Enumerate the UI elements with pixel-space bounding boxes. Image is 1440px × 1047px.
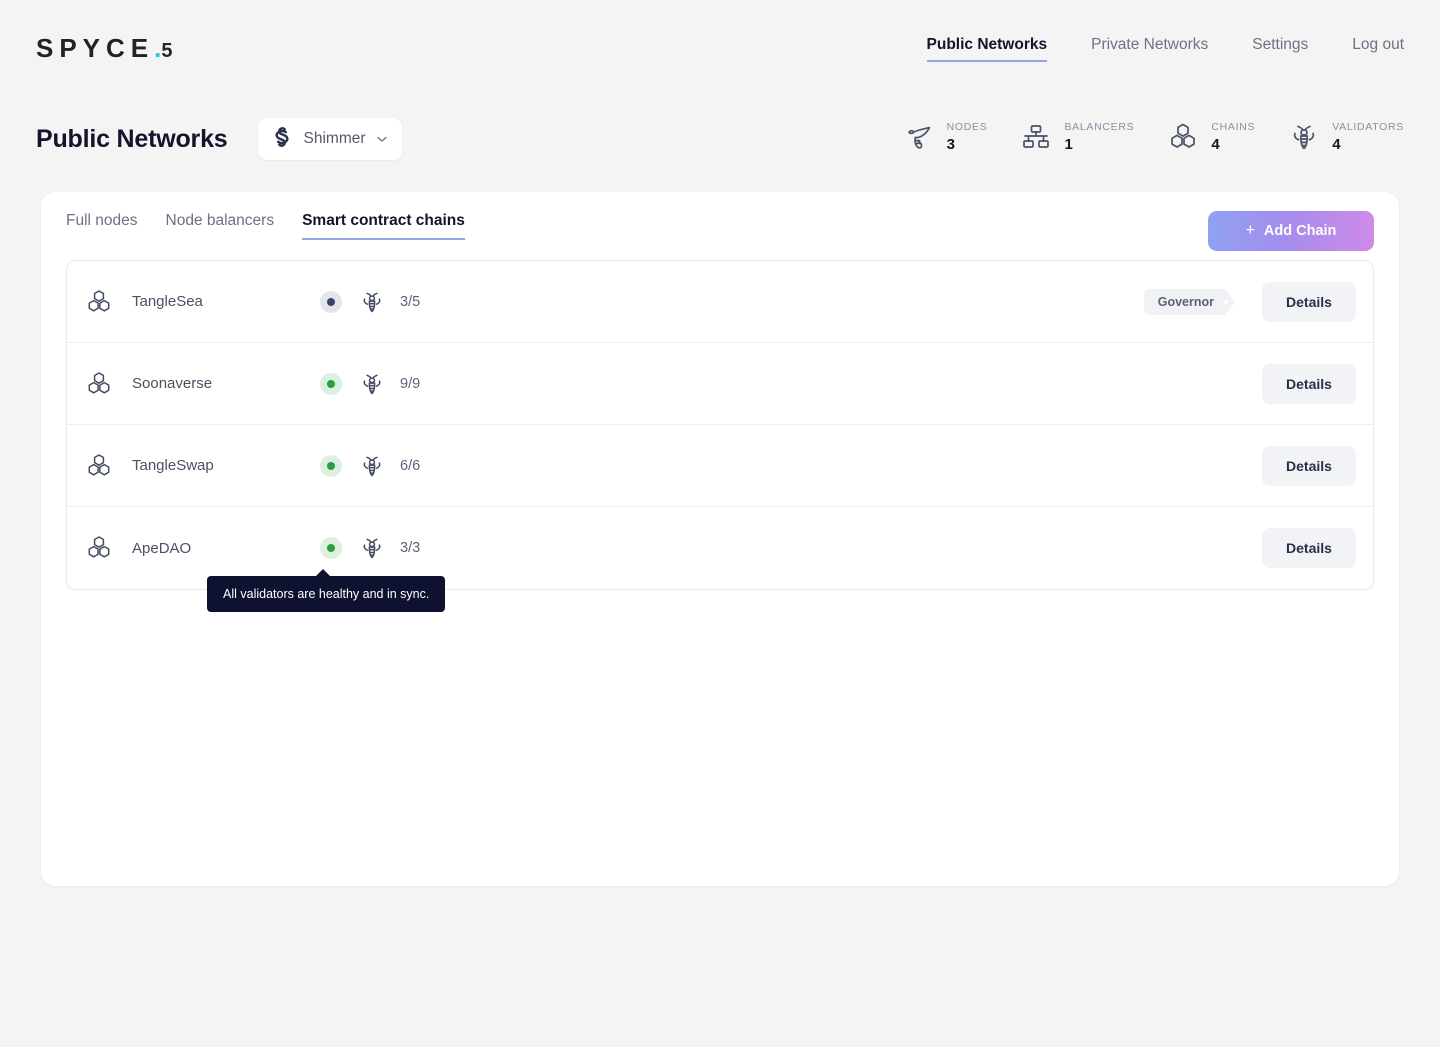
details-button[interactable]: Details — [1262, 445, 1356, 486]
status-indicator[interactable] — [320, 454, 342, 477]
bee-icon — [358, 452, 386, 480]
content-card: Full nodes Node balancers Smart contract… — [41, 192, 1399, 886]
nav-item-log-out[interactable]: Log out — [1352, 36, 1404, 60]
details-button[interactable]: Details — [1262, 528, 1356, 568]
stat-value-nodes: 3 — [946, 136, 955, 153]
page-title: Public Networks — [36, 124, 228, 153]
status-indicator[interactable] — [320, 372, 342, 395]
chains-list: TangleSea 3/5 Governor Details Soonavers… — [66, 260, 1374, 590]
row-actions: Details — [1262, 528, 1373, 568]
page-title-row: Public Networks Shimmer — [36, 118, 402, 160]
status-dot — [327, 379, 335, 388]
table-row[interactable]: TangleSwap 6/6 Details — [67, 425, 1373, 507]
brand-dot: . — [154, 33, 162, 63]
brand-five: 5 — [161, 40, 173, 62]
validator-count: 3/5 — [400, 293, 421, 310]
row-actions: Details — [1262, 363, 1373, 404]
hexagon-cluster-icon — [1166, 120, 1200, 154]
bee-icon — [358, 288, 386, 316]
hexagon-cluster-icon — [84, 451, 114, 481]
stat-value-validators: 4 — [1332, 136, 1341, 153]
table-row[interactable]: Soonaverse 9/9 Details — [67, 343, 1373, 425]
stat-balancers: BALANCERS 1 — [1019, 120, 1134, 154]
row-actions: Details — [1262, 445, 1373, 486]
stat-label-validators: VALIDATORS — [1332, 121, 1404, 133]
status-badge: Governor — [1143, 288, 1236, 315]
hexagon-cluster-icon — [84, 369, 114, 399]
tab-node-balancers[interactable]: Node balancers — [166, 212, 275, 238]
nav-item-public-networks[interactable]: Public Networks — [926, 36, 1048, 62]
bee-icon — [1287, 120, 1321, 154]
main-navigation: Public Networks Private Networks Setting… — [926, 36, 1404, 62]
hexagon-cluster-icon — [84, 287, 114, 317]
app-root: SPYCE. 5 Public Networks Private Networks… — [0, 0, 1440, 1047]
network-selector[interactable]: Shimmer — [257, 118, 402, 160]
chain-name: TangleSea — [132, 293, 203, 310]
nav-item-private-networks[interactable]: Private Networks — [1091, 36, 1208, 60]
chain-name: ApeDAO — [132, 539, 192, 557]
status-indicator[interactable] — [320, 290, 342, 313]
stat-validators: VALIDATORS 4 — [1287, 120, 1404, 154]
stat-chains: CHAINS 4 — [1166, 120, 1255, 154]
stat-nodes: NODES 3 — [902, 120, 988, 154]
network-selector-value: Shimmer — [303, 130, 366, 147]
brand-logo[interactable]: SPYCE. 5 — [36, 33, 173, 64]
details-button[interactable]: Details — [1262, 363, 1356, 404]
status-indicator[interactable] — [320, 537, 342, 559]
chain-name: Soonaverse — [132, 375, 213, 392]
validator-count: 6/6 — [400, 457, 421, 474]
shimmer-logo-icon — [270, 125, 294, 154]
stat-value-balancers: 1 — [1064, 136, 1073, 153]
brand-word: SPYCE — [36, 33, 155, 63]
table-row[interactable]: TangleSea 3/5 Governor Details — [67, 261, 1373, 343]
bee-icon — [358, 534, 386, 562]
row-actions: Governor Details — [1143, 281, 1373, 322]
stat-label-balancers: BALANCERS — [1064, 121, 1135, 133]
wasp-icon — [902, 120, 936, 154]
status-badge-label: Governor — [1157, 294, 1214, 309]
stat-value-chains: 4 — [1211, 136, 1220, 153]
plus-icon: + — [1245, 222, 1255, 239]
add-chain-label: Add Chain — [1263, 223, 1337, 239]
top-bar: SPYCE. 5 Public Networks Private Networks… — [0, 0, 1440, 96]
tab-bar: Full nodes Node balancers Smart contract… — [66, 212, 465, 240]
tab-smart-contract-chains[interactable]: Smart contract chains — [302, 212, 465, 240]
status-dot — [327, 297, 335, 306]
validator-count: 9/9 — [400, 375, 421, 392]
stat-label-nodes: NODES — [946, 121, 988, 133]
nav-item-settings[interactable]: Settings — [1252, 36, 1308, 60]
validator-count: 3/3 — [400, 540, 421, 556]
status-tooltip: All validators are healthy and in sync. — [207, 569, 446, 612]
status-dot — [327, 544, 335, 552]
network-tree-icon — [1019, 120, 1053, 154]
stat-label-chains: CHAINS — [1211, 121, 1256, 133]
tag-hole — [1224, 299, 1228, 304]
bee-icon — [358, 370, 386, 398]
add-chain-button[interactable]: + Add Chain — [1208, 211, 1374, 251]
details-button[interactable]: Details — [1262, 281, 1356, 322]
hexagon-cluster-icon — [84, 533, 114, 563]
network-stats: NODES 3 BALANCERS 1 CHAINS 4 VALIDATORS … — [902, 120, 1404, 154]
status-dot — [327, 461, 335, 470]
chevron-down-icon — [376, 133, 388, 145]
chain-name: TangleSwap — [132, 457, 214, 474]
tab-full-nodes[interactable]: Full nodes — [66, 212, 138, 238]
